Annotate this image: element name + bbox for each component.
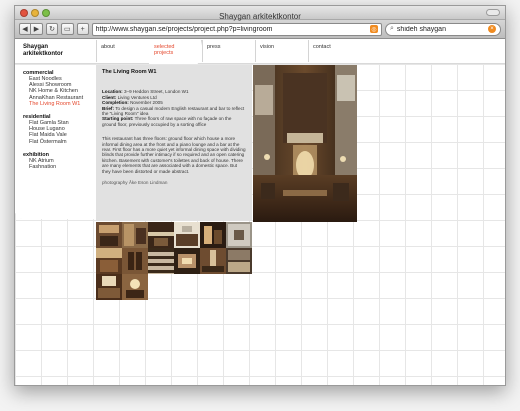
thumbnail-image[interactable] (148, 248, 174, 274)
starting-label: Starting point: (102, 116, 134, 122)
location-value: 3–9 Heddon Street, London W1 (123, 89, 189, 95)
browser-toolbar: ◀ ▶ ↻ ▭ + http://www.shaygan.se/projects… (15, 20, 505, 39)
brand-subtitle: arkitektkontor (23, 51, 64, 57)
close-window-button[interactable] (20, 9, 28, 17)
nav-vision[interactable]: vision (260, 44, 274, 50)
nav-divider (96, 40, 97, 62)
nav-selected-projects[interactable]: selected projects (154, 44, 190, 56)
thumbnail-image[interactable] (96, 274, 122, 300)
search-input[interactable]: shideh shaygan (397, 26, 485, 33)
bookmark-icon[interactable]: ▭ (61, 23, 74, 35)
rss-icon[interactable]: ◎ (370, 25, 378, 33)
site-logo[interactable]: Shaygan arkitektkontor (23, 44, 63, 58)
thumbnail-image[interactable] (122, 248, 148, 274)
zoom-window-button[interactable] (42, 9, 50, 17)
forward-icon[interactable]: ▶ (31, 23, 43, 35)
site-header: Shaygan arkitektkontor about selected pr… (15, 40, 505, 64)
nav-about[interactable]: about (101, 44, 115, 50)
completion-label: Completion: (102, 100, 129, 106)
thumbnail-image[interactable] (96, 222, 122, 248)
thumbnail-image[interactable] (148, 222, 174, 248)
project-description: This restaurant has three floors: ground… (102, 136, 246, 174)
thumbnail-image[interactable] (226, 222, 252, 248)
toolbar-toggle-button[interactable] (486, 9, 500, 16)
thumbnail-image[interactable] (174, 248, 200, 274)
client-value: Living Ventures Ltd (117, 94, 157, 100)
window-controls (20, 9, 50, 17)
history-buttons: ◀ ▶ (19, 23, 43, 35)
address-bar[interactable]: http://www.shaygan.se/projects/project.p… (91, 22, 382, 36)
window-title: Shaygan arkitektkontor (219, 12, 301, 21)
thumbnail-image[interactable] (122, 222, 148, 248)
nav-divider (202, 40, 203, 62)
back-icon[interactable]: ◀ (19, 23, 31, 35)
reload-icon[interactable]: ↻ (46, 23, 58, 35)
browser-window: Shaygan arkitektkontor ◀ ▶ ↻ ▭ + http://… (14, 5, 506, 386)
photo-credit: photography Åke Eson Lindman (102, 180, 168, 186)
project-title: The Living Room W1 (102, 69, 157, 75)
url-text[interactable]: http://www.shaygan.se/projects/project.p… (96, 26, 367, 33)
web-page: Shaygan arkitektkontor about selected pr… (15, 40, 505, 385)
project-sidebar: commercial East Noodles Alessi Showroom … (15, 65, 96, 219)
add-icon[interactable]: + (76, 23, 89, 35)
nav-contact[interactable]: contact (313, 44, 331, 50)
thumbnail-image[interactable] (200, 248, 226, 274)
thumbnail-image[interactable] (96, 248, 122, 274)
main-project-photo[interactable] (253, 65, 357, 222)
nav-press[interactable]: press (207, 44, 220, 50)
clear-icon[interactable]: × (488, 25, 496, 33)
brief-value: To design a casual modern English restau… (102, 105, 245, 117)
thumbnail-image[interactable] (226, 248, 252, 274)
thumbnail-image[interactable] (200, 222, 226, 248)
thumbnail-image[interactable] (122, 274, 148, 300)
nav-divider (308, 40, 309, 62)
search-icon: ⌕ (390, 25, 394, 32)
nav-divider (255, 40, 256, 62)
completion-value: November 2005 (130, 100, 163, 106)
location-label: Location: (102, 89, 123, 95)
project-info-panel: The Living Room W1 Location: 3–9 Heddon … (96, 65, 252, 221)
brand-name: Shaygan (23, 44, 49, 50)
brief-label: Brief: (102, 105, 114, 111)
project-brief: Brief: To design a casual modern English… (102, 106, 246, 117)
client-label: Client: (102, 94, 117, 100)
sidebar-item-fashnation[interactable]: Fashnation (23, 164, 96, 170)
title-bar: Shaygan arkitektkontor (15, 6, 505, 21)
search-field[interactable]: ⌕ shideh shaygan × (385, 22, 501, 36)
project-starting-point: Starting point: Three floors of raw spac… (102, 116, 246, 127)
minimize-window-button[interactable] (31, 9, 39, 17)
thumbnail-image[interactable] (174, 222, 200, 248)
